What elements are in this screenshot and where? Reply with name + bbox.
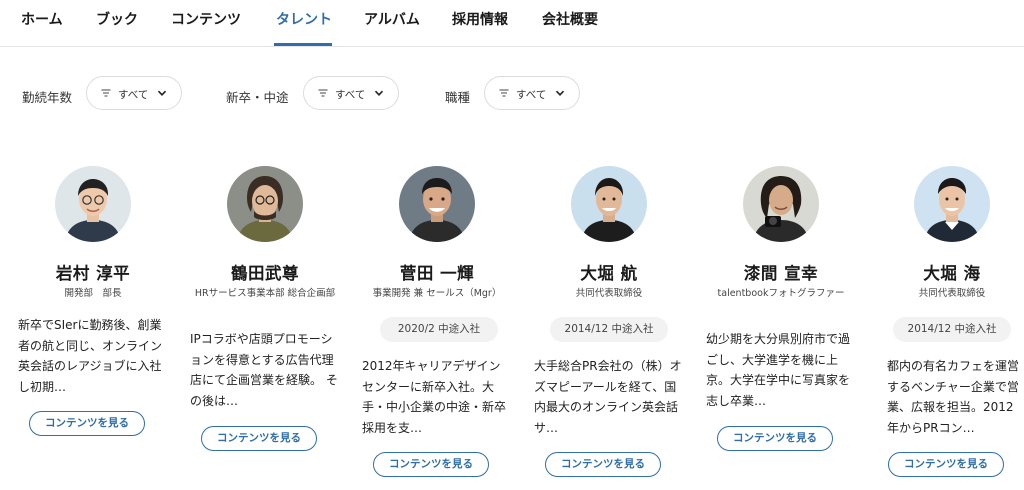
avatar [571,166,647,242]
avatar [914,166,990,242]
joined-badge: 2014/12 中途入社 [550,317,668,342]
nav-item-talent[interactable]: タレント [276,9,332,29]
filter-value: すべて [118,89,149,101]
joined-badge: 2014/12 中途入社 [893,317,1011,342]
portrait-photo [743,166,819,242]
talent-description: 都内の有名カフェを運営するベンチャー企業で営業、広報を担当。2012年からPRコ… [887,359,1020,435]
avatar [743,166,819,242]
filter-select-tenure[interactable]: すべて [86,76,182,110]
avatar [399,166,475,242]
talent-description: 2012年キャリアデザインセンターに新卒入社。大手・中小企業の中途・新卒採用を支… [362,359,507,435]
talent-name: 岩村 淳平 [55,264,131,283]
talent-name: 鶴田武尊 [231,264,299,283]
talent-role: 事業開発 兼 セールス（Mgr） [372,288,502,299]
portrait-photo [399,166,475,242]
view-contents-button[interactable]: コンテンツを見る [545,452,661,477]
filter-label-job-type: 職種 [445,90,471,105]
filter-select-job-type[interactable]: すべて [484,76,580,110]
view-contents-button[interactable]: コンテンツを見る [373,452,489,477]
talent-role: 共同代表取締役 [575,288,643,299]
portrait-photo [55,166,131,242]
nav-item-home[interactable]: ホーム [21,9,63,29]
joined-badge: 2020/2 中途入社 [380,317,498,342]
talent-role: HRサービス事業本部 総合企画部 [194,288,336,299]
talent-name: 菅田 一輝 [399,264,475,283]
filter-select-hire-type[interactable]: すべて [303,76,399,110]
talent-description: 大手総合PR会社の（株）オズマピーアールを経て、国内最大のオンライン英会話サ… [534,359,682,435]
chevron-down-icon [157,90,167,96]
portrait-photo [227,166,303,242]
talent-role: 共同代表取締役 [918,288,986,299]
portrait-photo [914,166,990,242]
active-tab-indicator [274,43,332,46]
talent-role: talentbookフォトグラファー [717,288,845,299]
view-contents-button[interactable]: コンテンツを見る [717,426,833,451]
top-navigation: ホーム ブック コンテンツ タレント アルバム 採用情報 会社概要 [0,0,1024,47]
filter-icon [318,89,328,97]
view-contents-button[interactable]: コンテンツを見る [29,411,145,436]
talent-name: 大堀 航 [580,264,638,283]
filter-label-hire-type: 新卒・中途 [226,90,289,105]
avatar [227,166,303,242]
nav-item-album[interactable]: アルバム [364,9,420,29]
filter-value: すべて [335,89,366,101]
nav-item-recruit[interactable]: 採用情報 [452,9,508,29]
nav-item-company[interactable]: 会社概要 [542,9,598,29]
filter-label-tenure: 勤続年数 [22,90,73,105]
avatar [55,166,131,242]
view-contents-button[interactable]: コンテンツを見る [201,426,317,451]
talent-name: 大堀 海 [923,264,981,283]
filter-icon [101,89,111,97]
filter-value: すべて [516,89,547,101]
chevron-down-icon [374,90,384,96]
talent-name: 漆間 宣幸 [743,264,819,283]
talent-description: 幼少期を大分県別府市で過ごし、大学進学を機に上京。大学在学中に写真家を志し卒業… [706,332,851,408]
portrait-photo [571,166,647,242]
talent-description: IPコラボや店頭プロモーションを得意とする広告代理店にて企画営業を経験。 その後… [190,332,338,408]
nav-item-contents[interactable]: コンテンツ [171,9,241,29]
filter-icon [499,89,509,97]
talent-description: 新卒でSIerに勤務後、創業者の航と同じ、オンライン英会話のレアジョブに入社し初… [18,318,163,394]
nav-item-book[interactable]: ブック [96,9,138,29]
talent-role: 開発部 部長 [64,288,122,299]
view-contents-button[interactable]: コンテンツを見る [888,452,1004,477]
chevron-down-icon [555,90,565,96]
talent-card[interactable]: 大堀 海 共同代表取締役 2014/12 中途入社 都内の有名カフェを運営するベ… [877,166,1024,490]
